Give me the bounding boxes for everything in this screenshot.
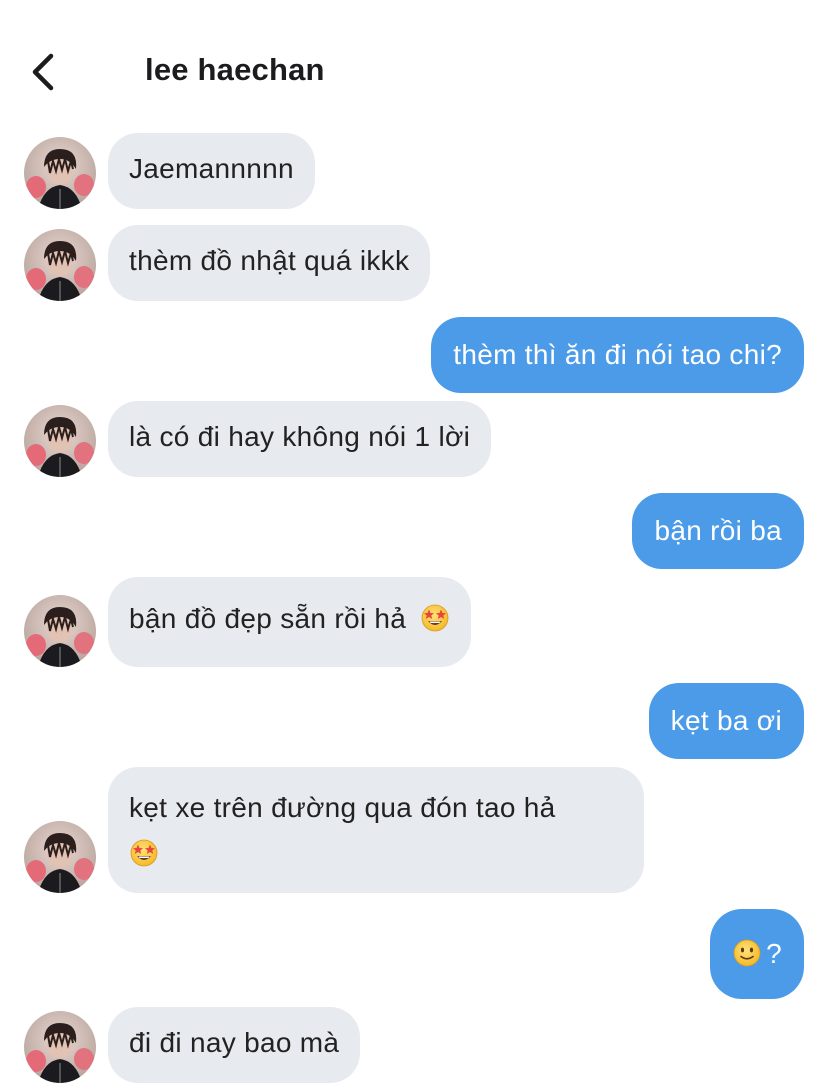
message-text: là có đi hay không nói 1 lời xyxy=(129,421,471,452)
incoming-message[interactable]: thèm đồ nhật quá ikkk xyxy=(108,225,431,301)
contact-name[interactable]: lee haechan xyxy=(145,52,325,88)
star-struck-emoji-icon xyxy=(421,604,449,632)
slightly-smiling-emoji-icon xyxy=(733,939,761,967)
contact-avatar[interactable] xyxy=(24,229,96,301)
outgoing-message[interactable]: thèm thì ăn đi nói tao chi? xyxy=(431,317,804,393)
contact-avatar[interactable] xyxy=(24,137,96,209)
message-text: bận đồ đẹp sẵn rồi hả xyxy=(129,603,407,634)
contact-avatar[interactable] xyxy=(24,405,96,477)
back-button[interactable] xyxy=(24,50,64,94)
message-text: ? xyxy=(766,938,782,969)
message-text: kẹt xe trên đường qua đón tao hả xyxy=(129,792,556,823)
contact-avatar[interactable] xyxy=(24,821,96,893)
outgoing-message[interactable]: bận rồi ba xyxy=(632,493,804,569)
message-text: Jaemannnnn xyxy=(129,153,294,184)
incoming-message[interactable]: đi đi nay bao mà xyxy=(108,1007,361,1083)
incoming-message[interactable]: bận đồ đẹp sẵn rồi hả xyxy=(108,577,472,667)
message-text: bận rồi ba xyxy=(654,515,782,546)
incoming-message[interactable]: Jaemannnnn xyxy=(108,133,315,209)
incoming-message[interactable]: kẹt xe trên đường qua đón tao hả xyxy=(108,767,644,893)
message-text: thèm đồ nhật quá ikkk xyxy=(129,245,410,276)
contact-avatar[interactable] xyxy=(24,595,96,667)
message-text: kẹt ba ơi xyxy=(670,705,782,736)
message-text: thèm thì ăn đi nói tao chi? xyxy=(453,339,782,370)
message-text: đi đi nay bao mà xyxy=(129,1027,340,1058)
incoming-message[interactable]: là có đi hay không nói 1 lời xyxy=(108,401,492,477)
contact-avatar[interactable] xyxy=(24,1011,96,1083)
outgoing-message[interactable]: ? xyxy=(710,909,804,999)
outgoing-message[interactable]: kẹt ba ơi xyxy=(648,683,804,759)
star-struck-emoji-icon xyxy=(130,839,158,867)
chevron-left-icon xyxy=(32,53,54,91)
chat-header: lee haechan xyxy=(0,0,828,130)
